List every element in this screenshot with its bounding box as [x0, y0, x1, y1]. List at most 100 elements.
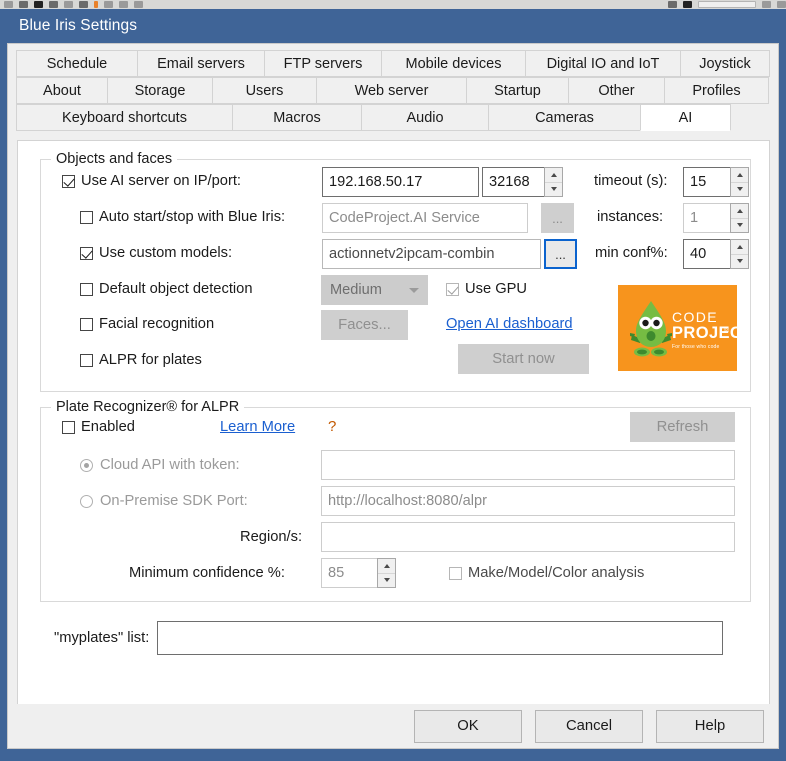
auto-start-row: Auto start/stop with Blue Iris:	[80, 209, 285, 225]
min-confidence-spin-down-icon[interactable]	[378, 573, 395, 587]
min-confidence-spinner-arrows[interactable]	[377, 558, 396, 588]
facial-recognition-label: Facial recognition	[99, 316, 215, 332]
ai-server-port-spinner[interactable]	[482, 167, 563, 197]
objects-and-faces-legend: Objects and faces	[56, 151, 173, 167]
service-browse-button[interactable]: ...	[541, 203, 574, 233]
ai-server-ip-input[interactable]	[322, 167, 479, 197]
bg-icon-5	[64, 1, 73, 8]
ok-button[interactable]: OK	[414, 709, 522, 743]
min-confidence-input[interactable]	[321, 558, 377, 588]
on-premise-port-input[interactable]	[321, 486, 735, 516]
cloud-api-token-input[interactable]	[321, 450, 735, 480]
auto-start-checkbox[interactable]: Auto start/stop with Blue Iris:	[80, 209, 285, 225]
checkbox-icon	[446, 282, 459, 296]
cancel-button[interactable]: Cancel	[535, 709, 643, 743]
tab-web-server[interactable]: Web server	[316, 77, 467, 104]
facial-recognition-checkbox[interactable]: Facial recognition	[80, 316, 214, 332]
min-conf-spinner-arrows[interactable]	[730, 239, 749, 269]
tab-digital-io-and-iot[interactable]: Digital IO and IoT	[525, 50, 681, 77]
myplates-input[interactable]	[157, 621, 724, 655]
min-conf-spin-up-icon[interactable]	[731, 240, 748, 255]
detection-size-select[interactable]: Medium	[321, 275, 428, 305]
learn-more-link[interactable]: Learn More	[220, 419, 295, 435]
bg-icon-7	[94, 1, 98, 8]
facial-recognition-row: Facial recognition	[80, 316, 214, 332]
checkbox-icon	[80, 210, 93, 224]
plate-enabled-row: Enabled	[62, 419, 135, 435]
tab-macros[interactable]: Macros	[232, 104, 362, 131]
tab-joystick[interactable]: Joystick	[680, 50, 770, 77]
use-ai-server-checkbox[interactable]: Use AI server on IP/port:	[62, 173, 241, 189]
instances-spinner-arrows[interactable]	[730, 203, 749, 233]
tab-ai[interactable]: AI	[640, 104, 731, 131]
bg-icon-3	[34, 1, 43, 8]
timeout-spinner-arrows[interactable]	[730, 167, 749, 197]
timeout-spin-down-icon[interactable]	[731, 182, 748, 196]
instances-spin-down-icon[interactable]	[731, 218, 748, 232]
bg-icon-4	[49, 1, 58, 8]
checkbox-icon	[62, 174, 75, 188]
radio-icon	[80, 494, 93, 508]
logo-registered-mark: ®	[724, 328, 730, 335]
bg-icon-14	[777, 1, 786, 8]
timeout-input[interactable]	[683, 167, 730, 197]
timeout-spin-up-icon[interactable]	[731, 168, 748, 183]
tab-mobile-devices[interactable]: Mobile devices	[381, 50, 526, 77]
use-gpu-checkbox[interactable]: Use GPU	[446, 281, 527, 297]
min-conf-spinner[interactable]	[683, 239, 749, 269]
custom-models-browse-button[interactable]: ...	[544, 239, 577, 269]
custom-models-input[interactable]	[322, 239, 541, 269]
use-custom-models-checkbox[interactable]: Use custom models:	[80, 245, 232, 261]
alpr-for-plates-row: ALPR for plates	[80, 352, 202, 368]
alpr-for-plates-checkbox[interactable]: ALPR for plates	[80, 352, 202, 368]
tab-cameras[interactable]: Cameras	[488, 104, 641, 131]
tab-startup[interactable]: Startup	[466, 77, 569, 104]
min-conf-input[interactable]	[683, 239, 730, 269]
min-confidence-spin-up-icon[interactable]	[378, 559, 395, 574]
faces-button[interactable]: Faces...	[321, 310, 408, 340]
instances-spin-up-icon[interactable]	[731, 204, 748, 219]
tab-keyboard-shortcuts[interactable]: Keyboard shortcuts	[16, 104, 233, 131]
ai-service-name-input[interactable]	[322, 203, 528, 233]
port-spin-down-icon[interactable]	[545, 182, 562, 196]
min-conf-spin-down-icon[interactable]	[731, 254, 748, 268]
plate-enabled-checkbox[interactable]: Enabled	[62, 419, 135, 435]
tab-profiles[interactable]: Profiles	[664, 77, 769, 104]
port-spin-up-icon[interactable]	[545, 168, 562, 183]
timeout-spinner[interactable]	[683, 167, 749, 197]
instances-input[interactable]	[683, 203, 730, 233]
regions-input[interactable]	[321, 522, 735, 552]
window-client-area: Schedule Email servers FTP servers Mobile d…	[7, 43, 779, 749]
tab-audio[interactable]: Audio	[361, 104, 489, 131]
checkbox-icon	[80, 317, 93, 331]
checkbox-icon	[449, 566, 462, 580]
instances-spinner[interactable]	[683, 203, 749, 233]
regions-label: Region/s:	[240, 529, 303, 545]
help-button[interactable]: Help	[656, 709, 764, 743]
tab-email-servers[interactable]: Email servers	[137, 50, 265, 77]
tab-ftp-servers[interactable]: FTP servers	[264, 50, 382, 77]
detection-size-value: Medium	[330, 282, 382, 298]
port-spinner-arrows[interactable]	[544, 167, 563, 197]
tab-users[interactable]: Users	[212, 77, 317, 104]
checkbox-icon	[80, 353, 93, 367]
cloud-api-radio[interactable]: Cloud API with token:	[80, 457, 240, 473]
default-object-detection-checkbox[interactable]: Default object detection	[80, 281, 253, 297]
ai-server-port-input[interactable]	[482, 167, 544, 197]
min-confidence-spinner[interactable]	[321, 558, 396, 588]
bg-icon-2	[19, 1, 28, 8]
min-confidence-label: Minimum confidence %:	[129, 565, 285, 581]
start-now-button[interactable]: Start now	[458, 344, 589, 374]
tab-about[interactable]: About	[16, 77, 108, 104]
myplates-label: "myplates" list:	[54, 630, 150, 646]
make-model-color-checkbox[interactable]: Make/Model/Color analysis	[449, 565, 644, 581]
use-ai-server-row: Use AI server on IP/port:	[62, 173, 241, 189]
help-question-icon[interactable]: ?	[328, 418, 336, 435]
tab-other[interactable]: Other	[568, 77, 665, 104]
refresh-button[interactable]: Refresh	[630, 412, 735, 442]
tab-storage[interactable]: Storage	[107, 77, 213, 104]
ai-settings-page: Objects and faces Use AI server on IP/po…	[17, 140, 770, 706]
on-premise-radio[interactable]: On-Premise SDK Port:	[80, 493, 248, 509]
tab-schedule[interactable]: Schedule	[16, 50, 138, 77]
open-ai-dashboard-link[interactable]: Open AI dashboard	[446, 316, 573, 332]
